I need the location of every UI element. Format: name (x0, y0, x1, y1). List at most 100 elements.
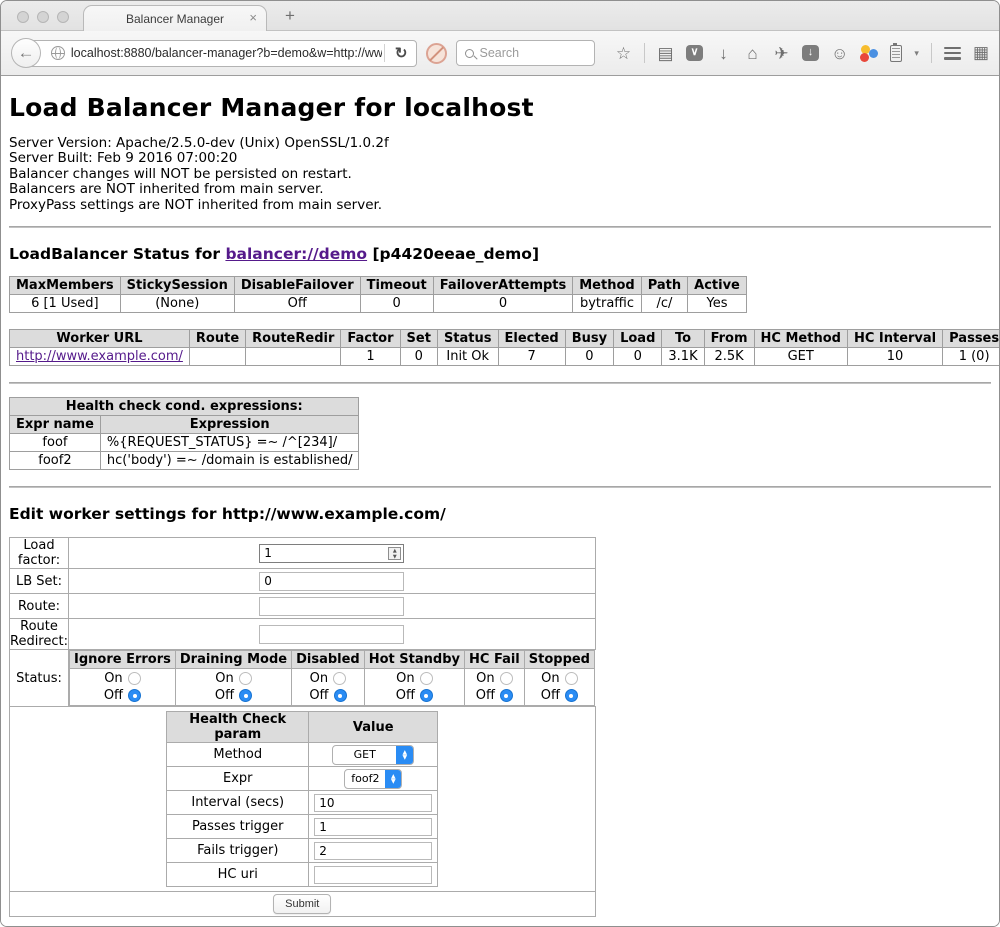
route-input[interactable] (259, 597, 404, 616)
url-bar[interactable]: localhost:8880/balancer-manager?b=demo&w… (26, 40, 417, 67)
pocket-icon[interactable]: ∨ (686, 45, 703, 61)
status-label: Status: (10, 650, 69, 707)
edit-worker-form: Load factor: ▲▼ LB Set: Route: Route Red… (9, 537, 596, 917)
radio-label: On (476, 670, 494, 687)
column-header: HC Fail (465, 651, 525, 669)
radio-ignore-errors-on[interactable] (128, 672, 141, 685)
number-spinner-icon[interactable]: ▲▼ (388, 547, 401, 560)
radio-hc-fail-off[interactable] (500, 689, 513, 702)
form-row: Route Redirect: (10, 619, 596, 650)
cell: 0 (565, 348, 613, 366)
heading-text: LoadBalancer Status for (9, 245, 225, 263)
downloads-icon[interactable]: ↓ (715, 45, 732, 62)
cell: Off (234, 295, 360, 313)
bookmark-star-icon[interactable]: ☆ (615, 45, 632, 62)
submit-row: Submit (10, 892, 596, 917)
column-header: HC Method (754, 330, 847, 348)
radio-draining-mode-on[interactable] (239, 672, 252, 685)
balancer-link[interactable]: balancer://demo (225, 245, 367, 263)
column-header: StickySession (120, 277, 234, 295)
interval-input[interactable] (314, 794, 432, 812)
home-icon[interactable]: ⌂ (744, 45, 761, 62)
radio-hc-fail-on[interactable] (500, 672, 513, 685)
content-blocked-icon[interactable] (426, 43, 447, 64)
column-header: To (662, 330, 704, 348)
cell: 6 [1 Used] (10, 295, 121, 313)
search-input[interactable]: Search (456, 40, 596, 66)
expr-select[interactable]: foof2▲▼ (344, 769, 402, 789)
hc-row: Interval (secs) (167, 791, 438, 815)
method-select[interactable]: GET▲▼ (332, 745, 414, 765)
field-label: Route: (10, 594, 69, 619)
cell: 7 (498, 348, 565, 366)
divider (9, 382, 991, 384)
table-header-row: Expr name Expression (10, 416, 359, 434)
minimize-window-button[interactable] (37, 11, 49, 23)
colored-dots-extension-icon[interactable] (860, 45, 878, 62)
panel-download-icon[interactable]: ↓ (802, 45, 819, 61)
cell: 0 (433, 295, 573, 313)
table-header-row: MaxMembers StickySession DisableFailover… (10, 277, 747, 295)
divider (9, 486, 991, 488)
edit-worker-heading: Edit worker settings for http://www.exam… (9, 505, 991, 523)
chevron-down-icon[interactable]: ▾ (914, 48, 919, 59)
send-to-device-icon[interactable]: ✈ (773, 45, 790, 62)
status-row: Status: Ignore Errors Draining Mode Disa… (10, 650, 596, 707)
status-radio-row: On Off On Off On Off (70, 669, 595, 706)
bookmarks-menu-icon[interactable]: ▤ (657, 45, 674, 62)
cell: 3.1K (662, 348, 704, 366)
radio-label: Off (104, 687, 123, 704)
radio-label: On (215, 670, 233, 687)
field-label: Route Redirect: (10, 619, 69, 650)
table-header-row: Worker URL Route RouteRedir Factor Set S… (10, 330, 1000, 348)
balancer-status-heading: LoadBalancer Status for balancer://demo … (9, 245, 991, 263)
route-redirect-input[interactable] (259, 625, 404, 644)
tab-title: Balancer Manager (126, 12, 224, 26)
column-header: Method (573, 277, 641, 295)
param-label: Expr (167, 767, 309, 791)
worker-table: Worker URL Route RouteRedir Factor Set S… (9, 329, 999, 366)
radio-stopped-on[interactable] (565, 672, 578, 685)
radio-disabled-off[interactable] (334, 689, 347, 702)
hc-row: Fails trigger) (167, 839, 438, 863)
radio-label: Off (215, 687, 234, 704)
column-header: Worker URL (10, 330, 190, 348)
radio-hot-standby-on[interactable] (420, 672, 433, 685)
radio-ignore-errors-off[interactable] (128, 689, 141, 702)
radio-draining-mode-off[interactable] (239, 689, 252, 702)
close-window-button[interactable] (17, 11, 29, 23)
radio-label: Off (541, 687, 560, 704)
table-row: foof %{REQUEST_STATUS} =~ /^[234]/ (10, 434, 359, 452)
radio-hot-standby-off[interactable] (420, 689, 433, 702)
url-text[interactable]: localhost:8880/balancer-manager?b=demo&w… (71, 46, 382, 60)
smiley-extension-icon[interactable]: ☺ (831, 45, 848, 62)
lb-set-input[interactable] (259, 572, 404, 591)
passes-trigger-input[interactable] (314, 818, 432, 836)
expr-value: hc('body') =~ /domain is established/ (100, 452, 359, 470)
radio-disabled-on[interactable] (333, 672, 346, 685)
tiles-icon[interactable]: ▦ (973, 43, 989, 63)
cell: /c/ (641, 295, 687, 313)
param-label: Passes trigger (167, 815, 309, 839)
column-header: Busy (565, 330, 613, 348)
fails-trigger-input[interactable] (314, 842, 432, 860)
submit-button[interactable]: Submit (273, 894, 331, 914)
server-built-line: Server Built: Feb 9 2016 07:00:20 (9, 151, 991, 166)
reload-icon[interactable]: ↻ (387, 44, 416, 62)
column-header: DisableFailover (234, 277, 360, 295)
table-title-row: Health check cond. expressions: (10, 398, 359, 416)
zoom-window-button[interactable] (57, 11, 69, 23)
tab-balancer-manager[interactable]: Balancer Manager × (83, 5, 267, 31)
table-header-row: Health Check param Value (167, 712, 438, 743)
tab-close-icon[interactable]: × (249, 11, 257, 25)
back-button[interactable]: ← (11, 38, 41, 68)
worker-url-link[interactable]: http://www.example.com/ (16, 349, 183, 364)
battery-extension-icon[interactable] (890, 45, 902, 62)
table-row: foof2 hc('body') =~ /domain is establish… (10, 452, 359, 470)
menu-icon[interactable] (944, 47, 961, 60)
hc-uri-input[interactable] (314, 866, 432, 884)
heading-text: [p4420eeae_demo] (367, 245, 539, 263)
radio-stopped-off[interactable] (565, 689, 578, 702)
new-tab-button[interactable]: + (279, 6, 301, 26)
load-factor-input[interactable] (259, 544, 404, 563)
